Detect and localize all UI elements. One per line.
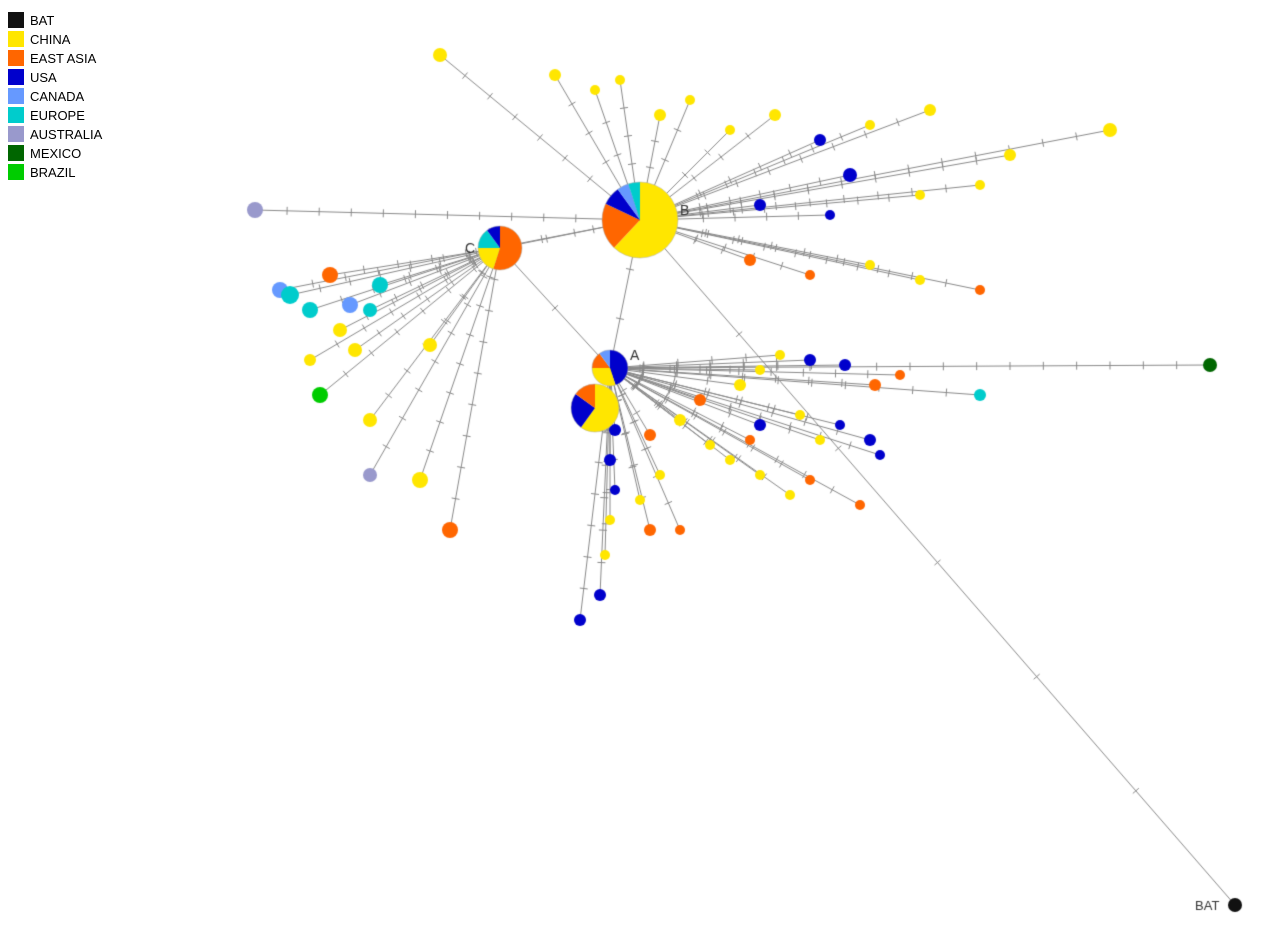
legend-item: USA — [8, 69, 102, 85]
legend-label: AUSTRALIA — [30, 127, 102, 142]
legend-label: EUROPE — [30, 108, 85, 123]
legend-swatch — [8, 50, 24, 66]
legend-item: BRAZIL — [8, 164, 102, 180]
legend-swatch — [8, 164, 24, 180]
legend-item: BAT — [8, 12, 102, 28]
legend-swatch — [8, 69, 24, 85]
legend-label: MEXICO — [30, 146, 81, 161]
legend-swatch — [8, 145, 24, 161]
legend-swatch — [8, 107, 24, 123]
legend-item: EAST ASIA — [8, 50, 102, 66]
legend-label: CHINA — [30, 32, 70, 47]
legend-label: CANADA — [30, 89, 84, 104]
network-graph — [0, 0, 1280, 933]
legend-label: USA — [30, 70, 57, 85]
legend-item: CHINA — [8, 31, 102, 47]
legend-item: AUSTRALIA — [8, 126, 102, 142]
legend-label: BRAZIL — [30, 165, 76, 180]
legend-label: BAT — [30, 13, 54, 28]
legend-swatch — [8, 31, 24, 47]
legend-label: EAST ASIA — [30, 51, 96, 66]
legend-swatch — [8, 12, 24, 28]
legend-item: CANADA — [8, 88, 102, 104]
legend-item: MEXICO — [8, 145, 102, 161]
legend-swatch — [8, 126, 24, 142]
legend: BAT CHINA EAST ASIA USA CANADA EUROPE AUSTRALI… — [8, 8, 102, 183]
legend-item: EUROPE — [8, 107, 102, 123]
legend-swatch — [8, 88, 24, 104]
